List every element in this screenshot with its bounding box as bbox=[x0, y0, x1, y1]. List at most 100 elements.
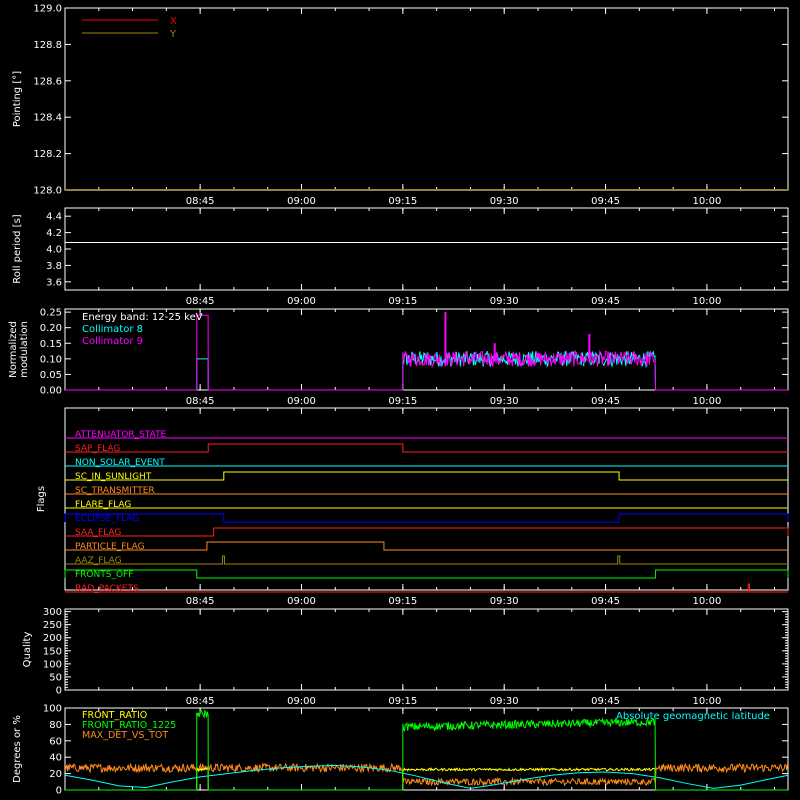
y-tick-label: 50 bbox=[49, 672, 62, 683]
flag-line-sap_flag bbox=[65, 443, 788, 453]
y-tick-label: 128.0 bbox=[33, 186, 62, 197]
x-tick-label: 09:15 bbox=[388, 696, 417, 707]
x-tick-label: 09:45 bbox=[591, 696, 620, 707]
plots-svg: 08:45 09:00 09:15 09:30 09:45 10:00 129.0 128.8… bbox=[8, 4, 789, 797]
y-tick-label: 4.4 bbox=[46, 212, 62, 223]
y-tick-label: 250 bbox=[43, 620, 62, 631]
flag-line-sc_in_sunlight bbox=[65, 471, 788, 481]
y-tick-label: 128.6 bbox=[33, 76, 62, 87]
legend-label: MAX_DET_VS_TOT bbox=[82, 730, 168, 741]
y-tick-label: 3.8 bbox=[46, 261, 62, 272]
x-tick-label: 10:00 bbox=[693, 296, 722, 307]
y-tick-label: 0.00 bbox=[40, 386, 62, 397]
x-tick-label: 10:00 bbox=[693, 596, 722, 607]
y-tick-label: 0.15 bbox=[40, 339, 62, 350]
panel-6: 100806040200Degrees or % FRONT_RATIOFRONT… bbox=[12, 704, 789, 797]
legend-label: Collimator 9 bbox=[82, 336, 143, 347]
x-tick-label: 09:00 bbox=[287, 196, 316, 207]
y-axis-label: Degrees or % bbox=[12, 715, 23, 783]
x-tick-label: 10:00 bbox=[693, 196, 722, 207]
y-tick-label: 4.0 bbox=[46, 245, 62, 256]
y-tick-label: 128.4 bbox=[33, 113, 62, 124]
y-axis-label: Quality bbox=[22, 632, 33, 668]
x-tick-label: 10:00 bbox=[693, 396, 722, 407]
y-tick-label: 0.20 bbox=[40, 323, 62, 334]
flag-label: SAP_FLAG bbox=[75, 444, 120, 454]
x-tick-label: 09:30 bbox=[490, 196, 519, 207]
x-tick-label: 09:15 bbox=[388, 396, 417, 407]
y-tick-label: 40 bbox=[49, 753, 62, 764]
panel-frame bbox=[64, 207, 789, 291]
series-line-collimator-8 bbox=[65, 350, 788, 391]
y-axis-label: Roll period [s] bbox=[12, 214, 23, 283]
flag-label: ATTENUATOR_STATE bbox=[75, 430, 167, 440]
legend-label: X bbox=[170, 16, 177, 27]
y-axis-label: Normalizedmodulation bbox=[8, 321, 30, 378]
flag-label: FRONTS_OFF bbox=[75, 570, 133, 580]
spacecraft-summary-plots: 08:45 09:00 09:15 09:30 09:45 10:00 129.0 128.8… bbox=[0, 0, 800, 800]
y-tick-label: 150 bbox=[43, 646, 62, 657]
annotation-label: Absolute geomagnetic latitude bbox=[616, 711, 770, 722]
flag-label: BAD_PACKETS bbox=[75, 584, 139, 594]
flag-label: NON_SOLAR_EVENT bbox=[75, 458, 165, 468]
y-tick-label: 20 bbox=[49, 769, 62, 780]
flag-label: SC_IN_SUNLIGHT bbox=[75, 472, 152, 482]
x-tick-label: 10:00 bbox=[693, 696, 722, 707]
flag-line-eclipse_flag bbox=[64, 513, 789, 523]
y-tick-label: 60 bbox=[49, 736, 62, 747]
x-tick-label: 09:30 bbox=[490, 396, 519, 407]
panel-3: 08:45 09:00 09:15 09:30 09:45 10:00 0.25 0.20 0.… bbox=[8, 308, 789, 407]
y-tick-label: 4.2 bbox=[46, 228, 62, 239]
panel-frame bbox=[64, 407, 789, 591]
legend-label: Y bbox=[169, 29, 177, 40]
panel-4: 08:45 09:00 09:15 09:30 09:45 10:00 Flags ATTEN… bbox=[36, 407, 789, 607]
y-tick-label: 0.25 bbox=[40, 308, 62, 319]
series-line-collimator-9 bbox=[65, 314, 788, 391]
y-tick-label: 0 bbox=[56, 686, 62, 697]
series-line-front-ratio bbox=[65, 767, 788, 791]
flag-label: ECLIPSE_FLAG bbox=[75, 514, 139, 524]
y-tick-label: 0 bbox=[56, 786, 62, 797]
y-tick-label: 200 bbox=[43, 633, 62, 644]
y-tick-label: 80 bbox=[49, 720, 62, 731]
legend-label: Collimator 8 bbox=[82, 324, 143, 335]
flag-label: SAA_FLAG bbox=[75, 528, 121, 538]
panel-1: 08:45 09:00 09:15 09:30 09:45 10:00 129.0 128.8… bbox=[12, 4, 789, 207]
x-tick-label: 09:30 bbox=[490, 696, 519, 707]
y-tick-label: 100 bbox=[43, 659, 62, 670]
x-tick-label: 09:15 bbox=[388, 596, 417, 607]
flag-label: SC_TRANSMITTER bbox=[75, 486, 155, 496]
x-tick-label: 08:45 bbox=[186, 296, 215, 307]
x-tick-label: 09:00 bbox=[287, 696, 316, 707]
legend-label: Energy band: 12-25 keV bbox=[82, 312, 203, 323]
x-tick-label: 09:00 bbox=[287, 296, 316, 307]
x-tick-label: 08:45 bbox=[186, 696, 215, 707]
panel-5: 08:45 09:00 09:15 09:30 09:45 10:00 300 250 200 1… bbox=[22, 607, 789, 707]
x-tick-label: 09:45 bbox=[591, 396, 620, 407]
y-tick-label: 300 bbox=[43, 607, 62, 618]
flag-line-fronts_off bbox=[64, 569, 789, 579]
y-tick-label: 129.0 bbox=[33, 4, 62, 15]
x-tick-label: 09:45 bbox=[591, 296, 620, 307]
flag-label: FLARE_FLAG bbox=[75, 500, 131, 510]
flag-line-bad_packets bbox=[65, 583, 788, 593]
x-tick-label: 09:45 bbox=[591, 596, 620, 607]
y-tick-label: 128.2 bbox=[33, 149, 62, 160]
x-tick-label: 09:00 bbox=[287, 596, 316, 607]
flag-label: AAZ_FLAG bbox=[75, 556, 122, 566]
flag-line-aaz_flag bbox=[65, 555, 788, 565]
x-tick-label: 09:45 bbox=[591, 196, 620, 207]
y-axis-label: Flags bbox=[36, 486, 47, 512]
y-tick-label: 0.10 bbox=[40, 354, 62, 365]
x-tick-label: 08:45 bbox=[186, 596, 215, 607]
y-tick-label: 3.6 bbox=[46, 277, 62, 288]
flag-label: PARTICLE_FLAG bbox=[75, 542, 145, 552]
x-tick-label: 08:45 bbox=[186, 396, 215, 407]
x-tick-label: 09:15 bbox=[388, 196, 417, 207]
y-axis-label: Pointing [°] bbox=[12, 71, 23, 127]
y-tick-label: 128.8 bbox=[33, 40, 62, 51]
flag-line-particle_flag bbox=[65, 541, 788, 551]
panel-frame bbox=[64, 608, 789, 691]
flag-line-saa_flag bbox=[65, 527, 789, 537]
x-tick-label: 09:30 bbox=[490, 296, 519, 307]
